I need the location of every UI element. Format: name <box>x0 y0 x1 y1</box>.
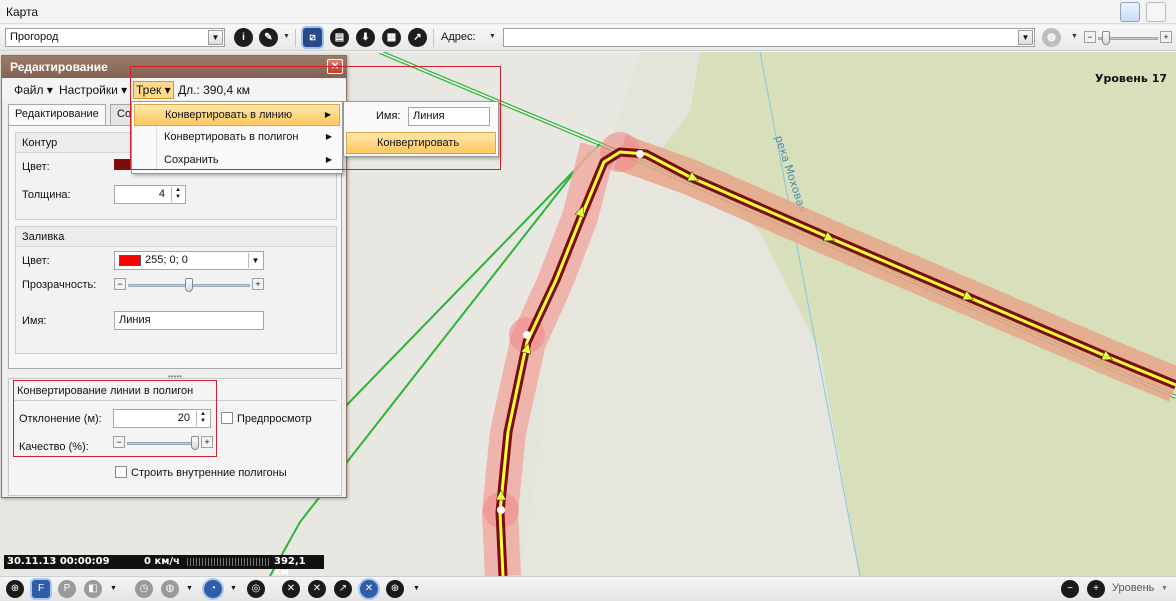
wrench-icon[interactable]: ✎ <box>259 28 278 47</box>
address-input[interactable]: ▼ <box>503 28 1035 47</box>
bottom-toolbar: ⊕ F P ◧ ▼ ◷ ◍ ▼ ◔ ▼ ◎ ✕ ✕ ↗ ✕ ⊕ ▼ − + Ур… <box>0 576 1176 601</box>
globe-icon[interactable]: ◍ <box>161 580 179 598</box>
route-icon[interactable]: ↗ <box>408 28 427 47</box>
track-node[interactable] <box>523 331 531 339</box>
zoom-out-icon[interactable]: − <box>1061 580 1079 598</box>
opacity-label: Прозрачность: <box>22 279 97 291</box>
camera-icon[interactable]: ◎ <box>247 580 265 598</box>
fill-group: Заливка Цвет: 255; 0; 0 ▼ Прозрачность: … <box>15 226 337 354</box>
main-toolbar: Прогород ▼ i ✎ ▼ ⧄ ▤ ⬇ ▦ ↗ Адрес: ▼ ▼ ◍ … <box>0 25 1176 51</box>
chevron-down-icon[interactable]: ▼ <box>248 253 262 268</box>
toolbar-divider <box>433 29 434 47</box>
chevron-down-icon[interactable]: ▼ <box>1018 30 1033 45</box>
fill-heading: Заливка <box>16 227 336 247</box>
center-icon[interactable]: ⊕ <box>6 580 24 598</box>
info-icon[interactable]: i <box>234 28 253 47</box>
address-label: Адрес: <box>441 31 476 43</box>
menu-icon[interactable] <box>1146 2 1166 22</box>
close-circle-icon[interactable]: ✕ <box>282 580 300 598</box>
target-icon[interactable]: ⊕ <box>386 580 404 598</box>
minus-icon[interactable]: − <box>114 278 126 290</box>
speed-meter <box>187 558 269 566</box>
stepper-arrows-icon[interactable]: ▲ ▼ <box>171 187 184 202</box>
chevron-down-icon[interactable]: ▼ <box>230 585 237 592</box>
close-circle-icon[interactable]: ✕ <box>308 580 326 598</box>
poi-icon[interactable]: P <box>58 580 76 598</box>
plus-icon[interactable]: + <box>252 278 264 290</box>
minus-icon[interactable]: − <box>1084 31 1096 43</box>
contour-color-label: Цвет: <box>22 161 50 173</box>
preview-label: Предпросмотр <box>237 413 312 425</box>
fill-color-select[interactable]: 255; 0; 0 ▼ <box>114 251 264 270</box>
name-input[interactable]: Линия <box>114 311 264 330</box>
download-icon[interactable]: ⬇ <box>356 28 375 47</box>
chevron-down-icon[interactable]: ▼ <box>208 30 223 45</box>
globe-icon[interactable]: ◍ <box>1042 28 1061 47</box>
plus-icon[interactable]: + <box>1160 31 1172 43</box>
thickness-stepper[interactable]: 4 ▲ ▼ <box>114 185 186 204</box>
opacity-thumb[interactable] <box>185 278 193 292</box>
status-distance: 392,1 км <box>274 556 306 578</box>
window-titlebar: Карта <box>0 0 1176 24</box>
chevron-down-icon[interactable]: ▼ <box>110 585 117 592</box>
ruler-icon[interactable]: ↗ <box>334 580 352 598</box>
inner-polygons-label: Строить внутренние полигоны <box>131 467 287 479</box>
chevron-down-icon[interactable]: ▼ <box>1071 33 1078 40</box>
track-node[interactable] <box>497 506 505 514</box>
panel-title: Редактирование <box>10 60 108 74</box>
track-edit-icon[interactable]: ⧄ <box>303 28 322 47</box>
chevron-down-icon[interactable]: ▼ <box>489 33 496 40</box>
name-label: Имя: <box>22 315 47 327</box>
fill-color-swatch <box>119 254 141 266</box>
inner-polygons-checkbox[interactable] <box>115 466 127 478</box>
follow-icon[interactable]: F <box>32 580 50 598</box>
measure-icon[interactable]: ✕ <box>360 580 378 598</box>
status-speed: 0 км/ч <box>144 556 180 567</box>
clock-icon[interactable]: ◷ <box>135 580 153 598</box>
status-datetime: 30.11.13 00:00:09 <box>7 556 110 567</box>
menu-highlight-box <box>130 66 501 170</box>
grid-icon[interactable]: ▦ <box>382 28 401 47</box>
log-icon[interactable]: ▤ <box>330 28 349 47</box>
chevron-down-icon[interactable]: ▼ <box>283 33 290 40</box>
zoom-level-label: Уровень 17 <box>1094 72 1167 85</box>
track-node[interactable] <box>636 150 644 158</box>
status-strip: 30.11.13 00:00:09 0 км/ч 392,1 км <box>4 555 324 578</box>
compass-icon[interactable]: ◔ <box>204 580 222 598</box>
menu-file[interactable]: Файл ▾ <box>14 83 53 97</box>
layers-icon[interactable]: ◧ <box>84 580 102 598</box>
level-dropdown-label[interactable]: Уровень <box>1112 582 1154 594</box>
convert-highlight-box <box>13 380 217 457</box>
thickness-label: Толщина: <box>22 189 71 201</box>
pin-icon[interactable] <box>1120 2 1140 22</box>
preview-checkbox[interactable] <box>221 412 233 424</box>
fill-color-label: Цвет: <box>22 255 50 267</box>
opacity-slider[interactable]: − + <box>114 278 264 292</box>
chevron-down-icon[interactable]: ▼ <box>1161 585 1168 592</box>
zoom-in-icon[interactable]: + <box>1087 580 1105 598</box>
tab-editing[interactable]: Редактирование <box>8 104 106 126</box>
map-source-select[interactable]: Прогород ▼ <box>5 28 225 47</box>
chevron-down-icon[interactable]: ▼ <box>186 585 193 592</box>
toolbar-divider <box>295 29 296 47</box>
menu-settings[interactable]: Настройки ▾ <box>59 83 127 97</box>
zoom-thumb[interactable] <box>1102 31 1110 45</box>
zoom-slider[interactable]: − + <box>1084 31 1172 45</box>
chevron-down-icon[interactable]: ▼ <box>413 585 420 592</box>
window-title: Карта <box>6 5 39 19</box>
